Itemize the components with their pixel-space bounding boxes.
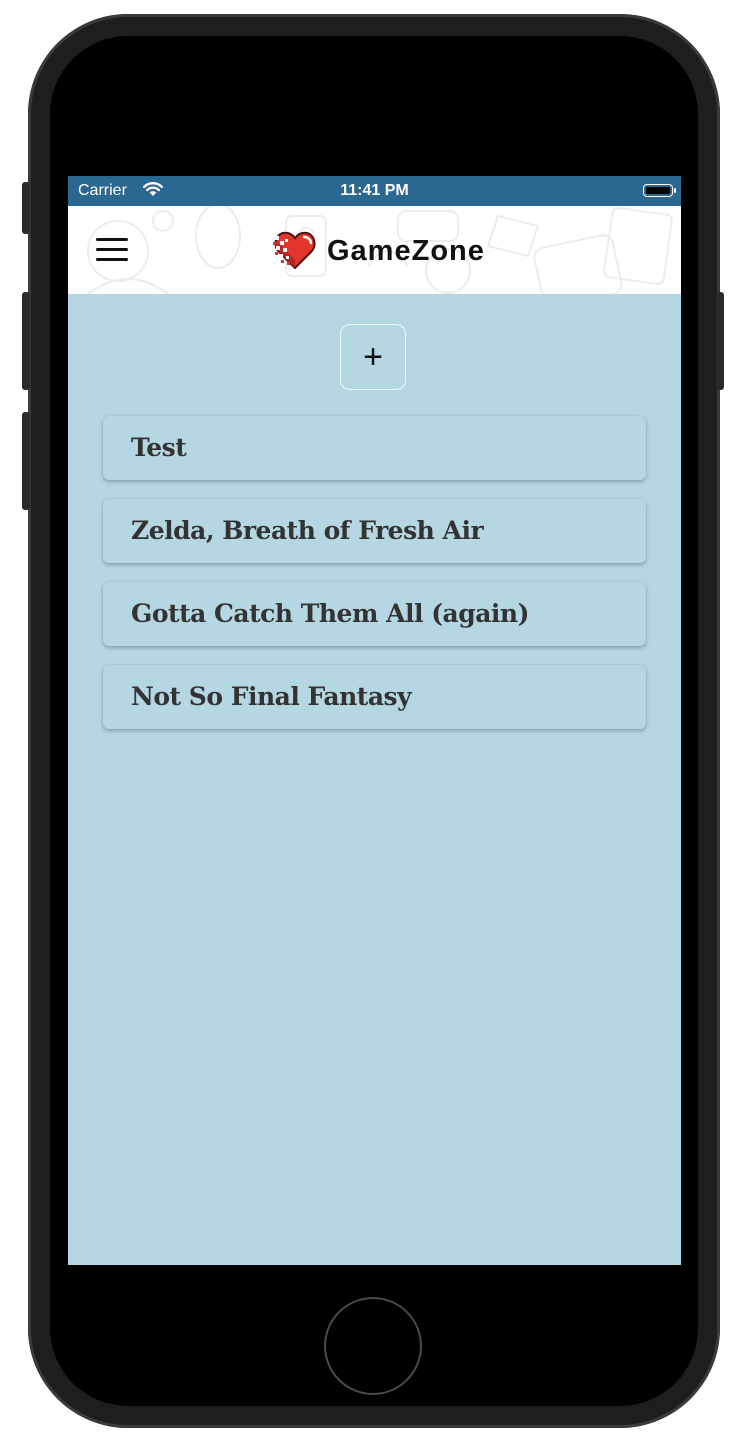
review-title: Gotta Catch Them All (again)	[131, 599, 529, 628]
review-card[interactable]: Zelda, Breath of Fresh Air	[103, 499, 646, 563]
status-bar: Carrier 11:41 PM	[68, 176, 681, 206]
add-review-button[interactable]: +	[340, 324, 406, 390]
review-list: Test Zelda, Breath of Fresh Air Gotta Ca…	[103, 416, 646, 748]
pixel-heart-icon	[273, 231, 316, 270]
add-icon: +	[363, 337, 383, 376]
volume-down-button	[22, 412, 30, 510]
battery-icon	[643, 184, 676, 197]
menu-bar	[96, 258, 128, 261]
review-card[interactable]: Not So Final Fantasy	[103, 665, 646, 729]
app-title: GameZone	[327, 235, 485, 267]
menu-button[interactable]	[94, 236, 130, 264]
menu-bar	[96, 238, 128, 241]
review-title: Zelda, Breath of Fresh Air	[131, 516, 484, 545]
review-title: Test	[131, 433, 187, 462]
review-card[interactable]: Test	[103, 416, 646, 480]
home-button[interactable]	[324, 1297, 422, 1395]
review-card[interactable]: Gotta Catch Them All (again)	[103, 582, 646, 646]
app-screen: Carrier 11:41 PM GameZone + Test Zelda, …	[68, 176, 681, 1265]
volume-up-button	[22, 292, 30, 390]
power-button	[716, 292, 724, 390]
review-title: Not So Final Fantasy	[131, 682, 412, 711]
app-header: GameZone	[68, 206, 681, 294]
status-time: 11:41 PM	[340, 182, 409, 199]
menu-bar	[96, 248, 128, 251]
silent-switch	[22, 182, 30, 234]
